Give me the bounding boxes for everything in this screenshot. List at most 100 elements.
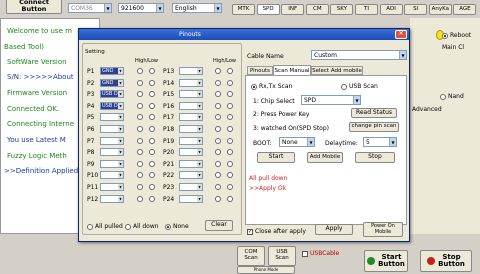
- pin-level-radio[interactable]: [137, 91, 143, 98]
- usb-scan-radio[interactable]: [341, 83, 347, 90]
- pin-level-radio[interactable]: [227, 195, 233, 202]
- pin-select[interactable]: ▼: [179, 194, 203, 203]
- pin-level-radio[interactable]: [149, 137, 155, 144]
- model-tab-ti[interactable]: TI: [355, 4, 378, 15]
- tab-pinouts[interactable]: Pinouts: [247, 66, 273, 75]
- pin-level-radio[interactable]: [215, 102, 221, 109]
- usb-scan-option[interactable]: USB Scan: [341, 83, 378, 90]
- pin-level-radio[interactable]: [137, 195, 143, 202]
- usb-scan-button[interactable]: USB Scan: [268, 246, 296, 266]
- pin-level-radio[interactable]: [215, 195, 221, 202]
- none-radio[interactable]: [165, 223, 171, 230]
- cable-name-select[interactable]: Custom ▼: [311, 50, 407, 60]
- pin-level-radio[interactable]: [149, 195, 155, 202]
- pin-level-radio[interactable]: [227, 114, 233, 121]
- nand-radio[interactable]: [440, 93, 446, 100]
- pin-select[interactable]: ▼: [179, 171, 203, 180]
- pin-level-radio[interactable]: [137, 102, 143, 109]
- pin-level-radio[interactable]: [149, 114, 155, 121]
- connect-button[interactable]: Connect Button: [6, 0, 62, 14]
- delaytime-select[interactable]: 5 ▼: [363, 137, 397, 147]
- pin-level-radio[interactable]: [215, 137, 221, 144]
- pin-level-radio[interactable]: [137, 137, 143, 144]
- pin-level-radio[interactable]: [215, 79, 221, 86]
- rx-tx-scan-radio[interactable]: [251, 83, 257, 90]
- tab-select-add-mobile[interactable]: Select Add mobile: [311, 66, 363, 75]
- pin-level-radio[interactable]: [215, 91, 221, 98]
- port-select[interactable]: COM36 ▼: [68, 3, 112, 13]
- pin-level-radio[interactable]: [149, 91, 155, 98]
- pin-level-radio[interactable]: [227, 137, 233, 144]
- pin-select[interactable]: ▼: [179, 101, 203, 110]
- model-tab-anyka[interactable]: AnyKa: [428, 4, 452, 15]
- pin-select[interactable]: ▼: [100, 183, 124, 191]
- start-button[interactable]: Start Button: [364, 250, 408, 272]
- all-down-radio[interactable]: [125, 223, 131, 230]
- pin-level-radio[interactable]: [227, 126, 233, 132]
- reboot-option[interactable]: Reboot: [442, 32, 471, 39]
- pin-select[interactable]: ▼: [179, 125, 203, 133]
- none-option[interactable]: None: [165, 223, 189, 230]
- pin-level-radio[interactable]: [137, 68, 143, 74]
- pin-level-radio[interactable]: [137, 79, 143, 86]
- model-tab-inf[interactable]: INF: [281, 4, 305, 15]
- pin-select[interactable]: GND ▼: [100, 78, 124, 87]
- model-tab-cm[interactable]: CM: [305, 4, 329, 15]
- phone-mode-button[interactable]: Phone Mode: [237, 266, 295, 274]
- pin-level-radio[interactable]: [215, 184, 221, 190]
- pin-select[interactable]: ▼: [179, 78, 203, 87]
- model-tab-adi[interactable]: ADI: [379, 4, 403, 15]
- pin-select[interactable]: ▼: [179, 148, 203, 157]
- pin-level-radio[interactable]: [149, 149, 155, 156]
- pin-select[interactable]: ▼: [179, 136, 203, 145]
- boot-select[interactable]: None ▼: [279, 137, 315, 147]
- power-on-mobile-button[interactable]: Power On Mobile: [363, 222, 403, 237]
- change-pin-scan-button[interactable]: change pin scan: [349, 122, 399, 132]
- usb-cable-option[interactable]: USBCable: [302, 250, 339, 257]
- pin-level-radio[interactable]: [215, 126, 221, 132]
- pin-select[interactable]: ▼: [100, 148, 124, 157]
- model-tab-sky[interactable]: SKY: [330, 4, 354, 15]
- pin-level-radio[interactable]: [215, 68, 221, 74]
- pin-select[interactable]: ▼: [179, 183, 203, 191]
- tab-scan-manual[interactable]: Scan Manual: [273, 65, 311, 75]
- pin-level-radio[interactable]: [215, 172, 221, 179]
- model-tab-mtk[interactable]: MTK: [232, 4, 255, 15]
- read-status-button[interactable]: Read Status: [351, 108, 397, 118]
- pin-level-radio[interactable]: [227, 149, 233, 156]
- pin-level-radio[interactable]: [149, 79, 155, 86]
- pin-select[interactable]: USB D+ ▼: [100, 90, 124, 99]
- pin-level-radio[interactable]: [149, 126, 155, 132]
- pin-select[interactable]: ▼: [100, 159, 124, 168]
- close-icon[interactable]: ✕: [395, 30, 407, 39]
- scan-start-button[interactable]: Start: [257, 152, 295, 163]
- pin-level-radio[interactable]: [137, 126, 143, 132]
- pin-level-radio[interactable]: [137, 172, 143, 179]
- pin-select[interactable]: ▼: [100, 194, 124, 203]
- pin-level-radio[interactable]: [227, 68, 233, 74]
- nand-option[interactable]: Nand: [440, 93, 464, 100]
- usb-cable-checkbox[interactable]: [302, 250, 308, 257]
- scan-stop-button[interactable]: Stop: [355, 152, 395, 163]
- pin-level-radio[interactable]: [137, 160, 143, 167]
- pin-select[interactable]: ▼: [100, 125, 124, 133]
- baud-select[interactable]: 921600 ▼: [118, 3, 164, 13]
- pin-select[interactable]: ▼: [100, 113, 124, 122]
- chip-select[interactable]: SPD ▼: [301, 95, 361, 105]
- pin-level-radio[interactable]: [149, 68, 155, 74]
- pin-level-radio[interactable]: [137, 149, 143, 156]
- pin-level-radio[interactable]: [215, 160, 221, 167]
- pin-level-radio[interactable]: [149, 172, 155, 179]
- pin-select[interactable]: ▼: [100, 136, 124, 145]
- close-after-apply-checkbox[interactable]: ✓: [247, 228, 253, 235]
- reboot-radio[interactable]: [442, 32, 448, 39]
- pin-level-radio[interactable]: [227, 160, 233, 167]
- stop-button[interactable]: Stop Button: [420, 250, 472, 272]
- model-tab-age[interactable]: AGE: [453, 4, 477, 15]
- apply-button[interactable]: Apply: [315, 224, 353, 235]
- pin-select[interactable]: ▼: [100, 171, 124, 180]
- pin-level-radio[interactable]: [227, 91, 233, 98]
- pin-level-radio[interactable]: [149, 102, 155, 109]
- pin-level-radio[interactable]: [215, 149, 221, 156]
- pin-select[interactable]: ▼: [179, 90, 203, 99]
